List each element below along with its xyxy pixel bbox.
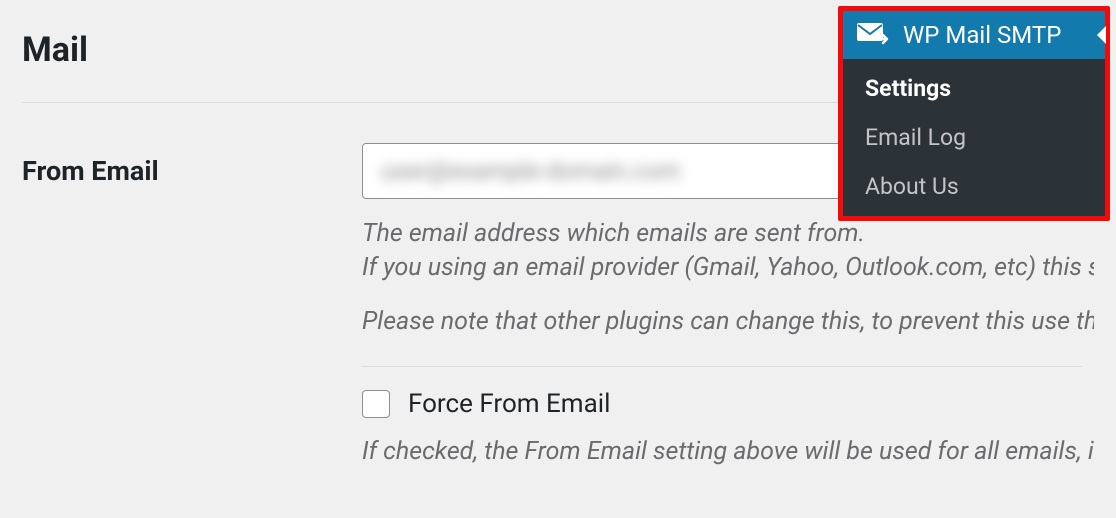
force-from-email-help: If checked, the From Email setting above… (362, 435, 1094, 469)
force-from-email-row: Force From Email (362, 389, 1094, 419)
flyout-item-email-log[interactable]: Email Log (843, 113, 1105, 162)
flyout-body: Settings Email Log About Us (843, 59, 1105, 216)
from-email-help-1: The email address which emails are sent … (362, 217, 1094, 251)
flyout-item-settings[interactable]: Settings (843, 59, 1105, 113)
force-from-email-checkbox[interactable] (362, 390, 390, 418)
wp-mail-smtp-flyout: WP Mail SMTP Settings Email Log About Us (838, 6, 1110, 221)
force-from-email-label: Force From Email (408, 389, 610, 419)
from-email-value: user@example-domain.com (381, 157, 680, 185)
from-email-help-3: Please note that other plugins can chang… (362, 305, 1094, 339)
flyout-header[interactable]: WP Mail SMTP (843, 11, 1105, 59)
from-email-help-2: If you using an email provider (Gmail, Y… (362, 251, 1094, 285)
flyout-item-about-us[interactable]: About Us (843, 162, 1105, 216)
sub-divider (362, 366, 1082, 367)
caret-left-icon (1097, 26, 1106, 44)
mail-send-icon (857, 23, 889, 47)
from-email-label: From Email (22, 155, 159, 187)
flyout-title: WP Mail SMTP (903, 21, 1061, 49)
